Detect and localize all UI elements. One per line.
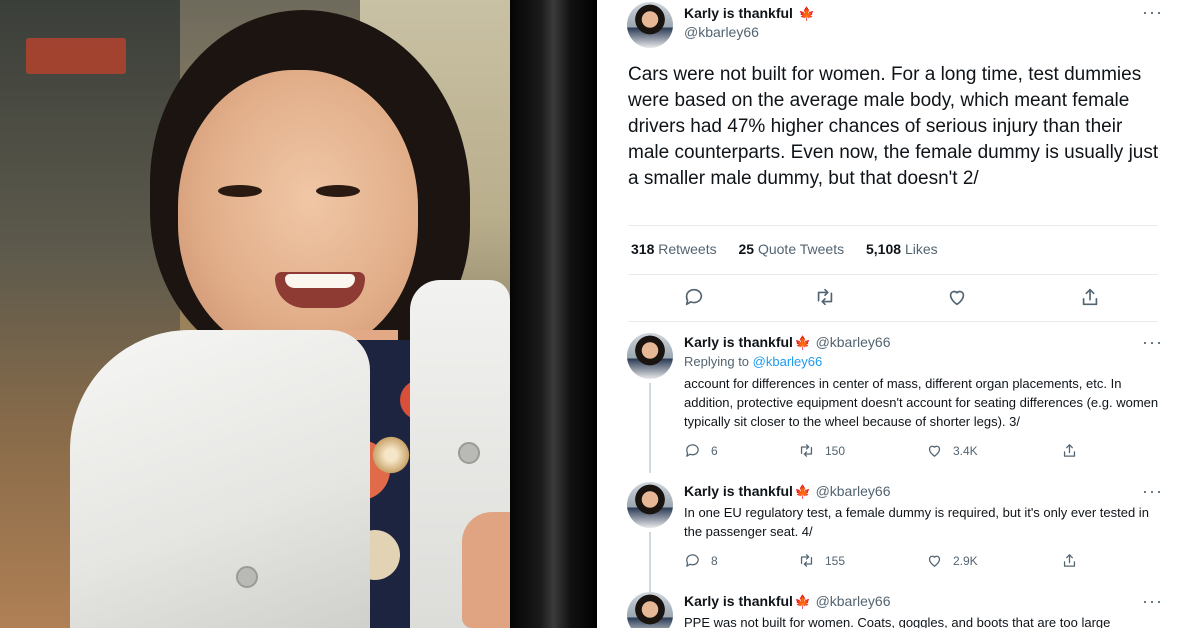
like-icon [928, 445, 941, 457]
share-icon[interactable] [1079, 286, 1103, 310]
reply-icon [686, 554, 699, 567]
photo-black-pole [510, 0, 597, 628]
thread-reply[interactable]: Karly is thankful 🍁 @kbarley66 ··· PPE wa… [597, 592, 1200, 628]
author-handle[interactable]: @kbarley66 [816, 483, 891, 499]
reply-header: Karly is thankful 🍁 @kbarley66 [684, 593, 890, 611]
thread-reply[interactable]: Karly is thankful 🍁 @kbarley66 ··· Replyi… [597, 333, 1200, 473]
author-handle[interactable]: @kbarley66 [684, 24, 759, 40]
retweet-count[interactable]: 155 [798, 552, 845, 569]
divider [628, 274, 1158, 275]
like-icon [928, 555, 941, 567]
reply-count[interactable]: 6 [684, 442, 718, 459]
maple-leaf-icon: 🍁 [798, 6, 815, 21]
author-name[interactable]: Karly is thankful [684, 483, 793, 499]
author-handle[interactable]: @kbarley66 [816, 593, 891, 609]
tweet-panel: Karly is thankful 🍁 @kbarley66 ··· Cars … [597, 0, 1200, 628]
retweets-stat[interactable]: 318 Retweets [631, 241, 717, 257]
maple-leaf-icon: 🍁 [794, 484, 812, 499]
replying-to: Replying to @kbarley66 [684, 354, 823, 369]
more-options-icon[interactable]: ··· [1142, 592, 1163, 610]
divider [628, 225, 1158, 226]
share-icon [1063, 444, 1076, 457]
maple-leaf-icon: 🍁 [794, 594, 812, 609]
divider [628, 321, 1158, 322]
thread-line [649, 383, 651, 473]
tweet-action-bar [683, 286, 1113, 310]
reply-icon[interactable] [683, 286, 707, 310]
thread-line [649, 532, 651, 592]
share-button[interactable] [1061, 552, 1078, 569]
reply-header: Karly is thankful 🍁 @kbarley66 [684, 483, 890, 501]
reply-text: PPE was not built for women. Coats, gogg… [684, 615, 1111, 628]
reply-metrics: 6 150 3.4K [684, 442, 1084, 462]
retweet-count[interactable]: 150 [798, 442, 845, 459]
author-handle[interactable]: @kbarley66 [816, 334, 891, 350]
replying-to-link[interactable]: @kbarley66 [753, 354, 823, 369]
reply-count[interactable]: 8 [684, 552, 718, 569]
more-options-icon[interactable]: ··· [1142, 333, 1163, 351]
author-name[interactable]: Karly is thankful [684, 593, 793, 609]
retweet-icon [800, 444, 813, 457]
reply-text: account for differences in center of mas… [684, 376, 1159, 429]
photo-face [178, 70, 418, 355]
like-count[interactable]: 3.4K [926, 442, 978, 459]
quote-tweets-stat[interactable]: 25 Quote Tweets [739, 241, 845, 257]
more-options-icon[interactable]: ··· [1142, 482, 1163, 500]
avatar[interactable] [627, 2, 673, 48]
likes-stat[interactable]: 5,108 Likes [866, 241, 938, 257]
photo-jacket-left [70, 330, 370, 628]
photo-pendant [370, 434, 412, 476]
tweet-stats: 318 Retweets 25 Quote Tweets 5,108 Likes [631, 241, 956, 257]
photo-eye-left [218, 185, 262, 197]
photo-jacket-button [458, 442, 480, 464]
retweet-icon[interactable] [814, 286, 838, 310]
share-button[interactable] [1061, 442, 1078, 459]
photo-jacket-button [236, 566, 258, 588]
thread-reply[interactable]: Karly is thankful 🍁 @kbarley66 ··· In one… [597, 482, 1200, 592]
avatar[interactable] [627, 592, 673, 628]
maple-leaf-icon: 🍁 [794, 335, 812, 350]
reply-metrics: 8 155 2.9K [684, 552, 1084, 572]
photo-background-sign [26, 38, 126, 74]
avatar[interactable] [627, 333, 673, 379]
photo-teeth [285, 274, 355, 288]
like-count[interactable]: 2.9K [926, 552, 978, 569]
tweet-text: Cars were not built for women. For a lon… [628, 64, 1159, 189]
profile-photo [0, 0, 597, 628]
photo-eye-right [316, 185, 360, 197]
share-icon [1063, 554, 1076, 567]
reply-text: In one EU regulatory test, a female dumm… [684, 505, 1149, 539]
like-icon[interactable] [946, 286, 970, 310]
author-name[interactable]: Karly is thankful 🍁 [684, 5, 815, 22]
retweet-icon [800, 554, 813, 567]
avatar[interactable] [627, 482, 673, 528]
reply-header: Karly is thankful 🍁 @kbarley66 [684, 334, 890, 352]
author-name[interactable]: Karly is thankful [684, 334, 793, 350]
more-options-icon[interactable]: ··· [1142, 3, 1163, 21]
reply-icon [686, 444, 699, 457]
